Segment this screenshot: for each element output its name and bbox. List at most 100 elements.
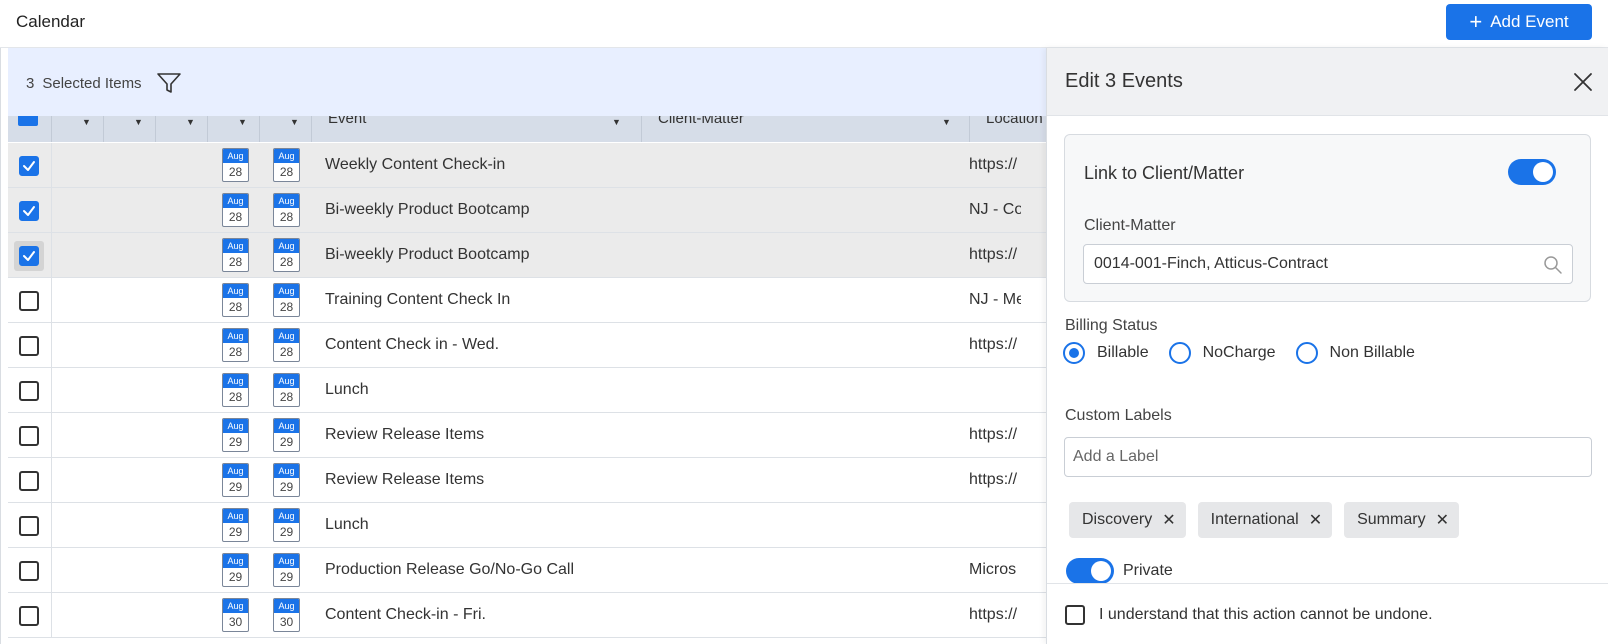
row-select[interactable] (14, 286, 44, 316)
header-cell-2[interactable]: ▼ (104, 116, 156, 142)
row-select[interactable] (14, 601, 44, 631)
event-name[interactable]: Training Content Check In (325, 291, 510, 309)
table-row[interactable]: Aug 28 Aug 28 Training Content Check In NJ - … (8, 278, 1046, 323)
event-name[interactable]: Bi-weekly Product Bootcamp (325, 201, 530, 219)
header-cell-start[interactable]: ▼ (208, 116, 260, 142)
event-name[interactable]: Review Release Items (325, 471, 484, 489)
event-name[interactable]: Production Release Go/No-Go Call (325, 561, 574, 579)
row-select[interactable] (14, 196, 44, 226)
billing-option-billable[interactable]: Billable (1063, 342, 1149, 364)
link-client-matter-toggle[interactable] (1508, 159, 1556, 185)
radio-button[interactable] (1168, 342, 1191, 364)
panel-title: Edit 3 Events (1065, 70, 1183, 92)
start-month: Aug (223, 239, 248, 253)
table-row[interactable]: Aug 28 Aug 28 Bi-weekly Product Bootcamp NJ -… (8, 188, 1046, 233)
end-day: 29 (279, 570, 294, 584)
end-day: 29 (279, 525, 294, 539)
billing-option-non-billable[interactable]: Non Billable (1295, 342, 1415, 364)
row-checkbox[interactable] (19, 561, 39, 581)
header-cell-event[interactable]: Event ▼ (312, 116, 642, 142)
end-day: 29 (279, 435, 294, 449)
table-row[interactable]: Aug 29 Aug 29 Review Release Items https:// (8, 458, 1046, 503)
row-checkbox[interactable] (19, 246, 39, 266)
calendar-date-icon: Aug 29 (273, 418, 300, 452)
calendar-date-icon: Aug 29 (273, 553, 300, 587)
end-month: Aug (274, 374, 299, 388)
row-checkbox[interactable] (19, 471, 39, 491)
add-event-button[interactable]: + Add Event (1446, 4, 1592, 40)
event-name[interactable]: Review Release Items (325, 426, 484, 444)
row-checkbox[interactable] (19, 156, 39, 176)
event-name[interactable]: Lunch (325, 516, 369, 534)
table-row[interactable]: Aug 29 Aug 29 Production Release Go/No-Go Ca… (8, 548, 1046, 593)
row-checkbox[interactable] (19, 381, 39, 401)
header-cell-end[interactable]: ▼ (260, 116, 312, 142)
calendar-date-icon: Aug 29 (222, 418, 249, 452)
table-header: ▼ ▼ ▼ ▼ ▼ Event ▼ Client-Matter ▼ Locati… (8, 116, 1046, 142)
remove-label-icon[interactable]: ✕ (1309, 510, 1322, 530)
table-row[interactable]: Aug 28 Aug 28 Weekly Content Check-in https:/… (8, 143, 1046, 188)
row-checkbox[interactable] (19, 426, 39, 446)
calendar-date-icon: Aug 28 (222, 193, 249, 227)
header-cell-1[interactable]: ▼ (52, 116, 104, 142)
close-icon[interactable] (1571, 70, 1595, 94)
acknowledge-row[interactable]: I understand that this action cannot be … (1065, 605, 1433, 625)
row-select[interactable] (14, 376, 44, 406)
end-month: Aug (274, 149, 299, 163)
event-name[interactable]: Lunch (325, 381, 369, 399)
row-checkbox[interactable] (19, 606, 39, 626)
row-select[interactable] (14, 556, 44, 586)
header-cell-client-matter[interactable]: Client-Matter ▼ (642, 116, 970, 142)
private-toggle[interactable] (1066, 558, 1114, 584)
table-row[interactable]: Aug 28 Aug 28 Content Check in - Wed. https:/… (8, 323, 1046, 368)
row-checkbox[interactable] (19, 516, 39, 536)
event-name[interactable]: Content Check-in - Fri. (325, 606, 486, 624)
client-matter-input[interactable]: 0014-001-Finch, Atticus-Contract (1083, 244, 1573, 284)
column-divider (51, 323, 52, 368)
chevron-down-icon: ▼ (186, 117, 195, 127)
end-month: Aug (274, 329, 299, 343)
radio-button[interactable] (1063, 342, 1085, 364)
remove-label-icon[interactable]: ✕ (1162, 510, 1175, 530)
event-name[interactable]: Bi-weekly Product Bootcamp (325, 246, 530, 264)
start-day: 29 (228, 480, 243, 494)
row-select[interactable] (14, 466, 44, 496)
row-select[interactable] (14, 241, 44, 271)
add-label-input[interactable] (1064, 437, 1592, 477)
event-name[interactable]: Content Check in - Wed. (325, 336, 499, 354)
start-day: 28 (228, 255, 243, 269)
column-divider (51, 143, 52, 188)
table-row[interactable]: Aug 30 Aug 30 Content Check-in - Fri. https:/… (8, 593, 1046, 638)
calendar-date-icon: Aug 28 (222, 238, 249, 272)
calendar-date-icon: Aug 30 (222, 598, 249, 632)
row-select[interactable] (14, 511, 44, 541)
search-icon[interactable] (1543, 255, 1563, 275)
header-cell-3[interactable]: ▼ (156, 116, 208, 142)
row-checkbox[interactable] (19, 336, 39, 356)
table-row[interactable]: Aug 29 Aug 29 Review Release Items https:// (8, 413, 1046, 458)
row-select[interactable] (14, 331, 44, 361)
calendar-date-icon: Aug 28 (273, 373, 300, 407)
radio-button[interactable] (1295, 342, 1318, 364)
table-row[interactable]: Aug 29 Aug 29 Lunch (8, 503, 1046, 548)
billing-option-nocharge[interactable]: NoCharge (1168, 342, 1276, 364)
link-client-matter-label: Link to Client/Matter (1084, 163, 1245, 183)
start-day: 29 (228, 525, 243, 539)
row-select[interactable] (14, 151, 44, 181)
event-name[interactable]: Weekly Content Check-in (325, 156, 505, 174)
plus-icon: + (1469, 9, 1483, 34)
edit-events-panel: Edit 3 Events Link to Client/Matter Clie… (1046, 48, 1608, 644)
end-month: Aug (274, 419, 299, 433)
row-checkbox[interactable] (19, 291, 39, 311)
acknowledge-checkbox[interactable] (1065, 605, 1085, 625)
filter-icon[interactable] (156, 71, 182, 95)
panel-header: Edit 3 Events (1047, 48, 1608, 116)
table-row[interactable]: Aug 28 Aug 28 Lunch (8, 368, 1046, 413)
chevron-down-icon: ▼ (612, 117, 621, 127)
table-row[interactable]: Aug 28 Aug 28 Bi-weekly Product Bootcamp http… (8, 233, 1046, 278)
row-checkbox[interactable] (19, 201, 39, 221)
header-cell-location[interactable]: Location (970, 116, 1046, 142)
remove-label-icon[interactable]: ✕ (1436, 510, 1449, 530)
selection-bar: 3 Selected Items (8, 48, 1046, 118)
row-select[interactable] (14, 421, 44, 451)
